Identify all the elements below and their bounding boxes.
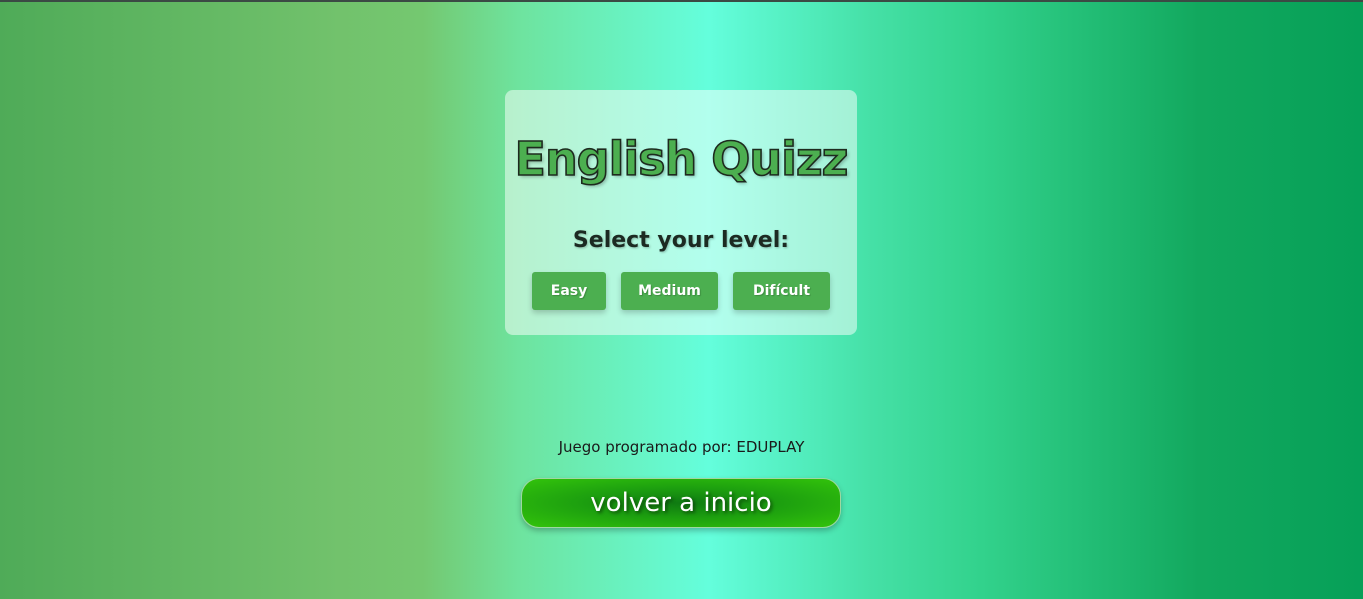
medium-level-button[interactable]: Medium	[621, 272, 718, 310]
credit-text: Juego programado por: EDUPLAY	[558, 438, 805, 456]
easy-level-button[interactable]: Easy	[532, 272, 606, 310]
level-selection-card: English Quizz Select your level: Easy Me…	[505, 90, 857, 335]
quiz-title: English Quizz	[514, 132, 850, 186]
select-level-heading: Select your level:	[572, 228, 790, 253]
window-top-border	[0, 0, 1363, 2]
difficult-level-button[interactable]: Difícult	[733, 272, 830, 310]
back-to-home-button[interactable]: volver a inicio	[521, 478, 841, 528]
